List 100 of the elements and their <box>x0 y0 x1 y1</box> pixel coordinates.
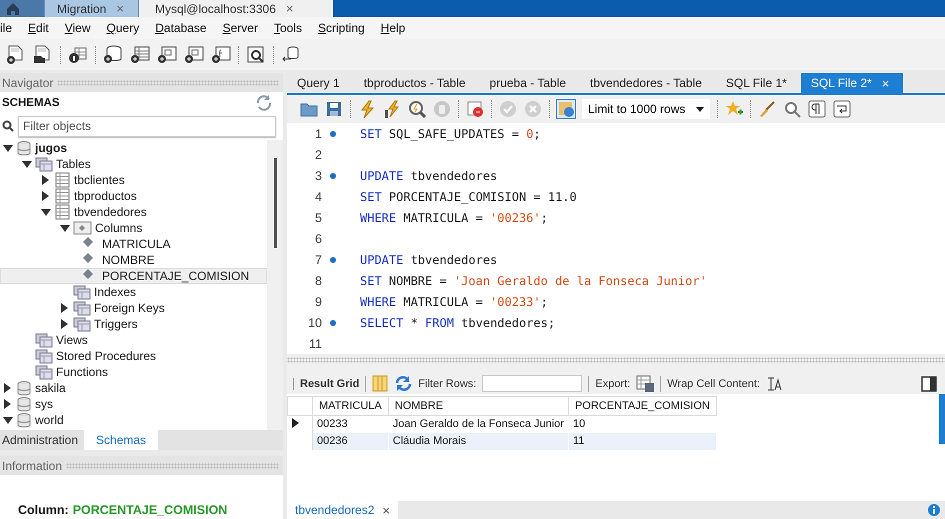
tab[interactable]: Administration <box>0 430 84 450</box>
code-line: UPDATE tbvendedores <box>360 168 498 182</box>
tree-item[interactable]: sakila <box>0 380 267 396</box>
editor-tab[interactable]: SQL File 2* × <box>800 73 904 93</box>
tree-item[interactable]: Functions <box>0 364 267 380</box>
tab[interactable]: Schemas <box>84 430 158 450</box>
wrap-icon[interactable] <box>833 100 851 118</box>
collapsed-arrow-icon[interactable] <box>2 382 12 394</box>
tree-item[interactable]: Columns <box>0 220 267 236</box>
home-icon <box>6 2 20 16</box>
expanded-arrow-icon[interactable] <box>40 207 52 217</box>
star-plus-icon[interactable] <box>725 100 743 118</box>
collapsed-arrow-icon[interactable] <box>59 302 69 314</box>
magnifier-icon[interactable] <box>783 100 801 118</box>
panel-toggle-icon[interactable] <box>921 376 937 392</box>
tree-item[interactable]: jugos <box>0 140 267 156</box>
tree-item[interactable]: tbvendedores <box>0 204 267 220</box>
filter-field[interactable]: Filter objects <box>18 116 276 136</box>
line-number: 4 <box>314 190 322 204</box>
tree-item[interactable]: Triggers <box>0 316 267 332</box>
wrap-text-icon[interactable] <box>766 376 782 392</box>
tree-item[interactable]: PORCENTAJE_COMISION <box>0 268 267 284</box>
home-tab[interactable] <box>0 0 45 17</box>
editor-tab[interactable]: Query 1 <box>287 73 354 93</box>
line-number: 6 <box>314 232 322 246</box>
menu-item[interactable]: Help <box>372 21 414 35</box>
expanded-arrow-icon[interactable] <box>2 415 14 425</box>
tree-item[interactable]: tbproductos <box>0 188 267 204</box>
limit-dropdown[interactable]: Limit to 1000 rows <box>582 99 710 119</box>
wrap-label: Wrap Cell Content: <box>667 378 760 390</box>
line-number: 2 <box>314 148 322 162</box>
menu-item[interactable]: Tools <box>266 21 310 35</box>
tree-item[interactable]: Indexes <box>0 284 267 300</box>
tree-item[interactable]: Tables <box>0 156 267 172</box>
menu-item[interactable]: ile <box>0 21 20 35</box>
save-icon[interactable] <box>325 100 343 118</box>
magnifier-icon[interactable] <box>408 100 426 118</box>
code-line: WHERE MATRICULA = '00233'; <box>360 294 548 308</box>
lightning-cursor-icon[interactable] <box>383 100 401 118</box>
line-number: 9 <box>314 294 322 308</box>
expanded-arrow-icon[interactable] <box>59 223 71 233</box>
tree-item[interactable]: NOMBRE <box>0 252 267 268</box>
search-table-icon[interactable] <box>246 45 266 64</box>
result-grid-label[interactable]: Result Grid <box>293 378 360 390</box>
code-line: UPDATE tbvendedores <box>360 252 498 266</box>
folder-icon <box>35 364 53 380</box>
section-title: SCHEMAS <box>2 97 60 109</box>
connection-tab[interactable]: Migration × <box>45 0 139 17</box>
menu-item[interactable]: View <box>56 21 99 35</box>
expanded-arrow-icon[interactable] <box>21 159 33 169</box>
table-cell: 11 <box>568 432 716 450</box>
brush-icon[interactable] <box>758 100 776 118</box>
lightning-icon[interactable] <box>358 100 376 118</box>
folder-icon <box>73 284 91 300</box>
tree-item[interactable]: Foreign Keys <box>0 300 267 316</box>
check-icon[interactable] <box>499 100 517 118</box>
refresh-icon[interactable] <box>255 94 273 112</box>
side-panel-edge <box>939 394 945 444</box>
line-number: 11 <box>308 336 322 350</box>
filter-field[interactable] <box>482 375 582 392</box>
editor-tab[interactable]: tbvendedores - Table <box>580 73 716 93</box>
pilcrow-icon[interactable] <box>808 100 826 118</box>
connection-tab[interactable]: Mysql@localhost:3306 × <box>138 0 334 17</box>
menu-item[interactable]: Query <box>98 21 148 35</box>
tree-item[interactable]: tbclientes <box>0 172 267 188</box>
close-icon[interactable]: × <box>882 76 890 90</box>
collapsed-arrow-icon[interactable] <box>59 318 69 330</box>
collapsed-arrow-icon[interactable] <box>40 190 50 202</box>
editor-tab[interactable]: tbproductos - Table <box>354 73 480 93</box>
menu-item[interactable]: Edit <box>20 21 57 35</box>
column-header[interactable]: PORCENTAJE_COMISION <box>568 396 716 416</box>
collapsed-arrow-icon[interactable] <box>40 174 50 186</box>
scrollbar-thumb[interactable] <box>274 158 276 248</box>
column-header[interactable]: NOMBRE <box>388 396 568 416</box>
folder-icon <box>35 332 53 348</box>
close-icon[interactable]: × <box>286 1 294 16</box>
tree-item[interactable]: MATRICULA <box>0 236 267 252</box>
tree-item[interactable]: world <box>0 412 267 428</box>
menu-item[interactable]: Scripting <box>310 21 373 35</box>
expanded-arrow-icon[interactable] <box>2 143 14 153</box>
line-number: 5 <box>314 210 322 224</box>
refresh-icon[interactable] <box>394 375 412 392</box>
editor-tab[interactable]: prueba - Table <box>480 73 580 93</box>
tree-item[interactable]: sys <box>0 396 267 412</box>
tree-item[interactable]: Stored Procedures <box>0 348 267 364</box>
collapsed-arrow-icon[interactable] <box>2 398 12 410</box>
panel-title: Information <box>2 458 62 472</box>
info-icon[interactable] <box>927 503 941 517</box>
tree-item[interactable]: Views <box>0 332 267 348</box>
line-number: 10 <box>307 316 322 330</box>
result-tab[interactable]: tbvendedores2 × <box>287 501 398 519</box>
menu-item[interactable]: Database <box>147 21 215 35</box>
table-cell: Cláudia Morais <box>388 432 568 450</box>
export-icon[interactable] <box>636 375 654 392</box>
menu-item[interactable]: Server <box>214 21 266 35</box>
panel-title: Navigator <box>2 76 54 90</box>
editor-tab[interactable]: SQL File 1* <box>716 73 801 93</box>
column-header[interactable]: MATRICULA <box>312 396 388 416</box>
close-icon[interactable]: × <box>382 502 390 518</box>
line-number: 8 <box>314 274 322 288</box>
